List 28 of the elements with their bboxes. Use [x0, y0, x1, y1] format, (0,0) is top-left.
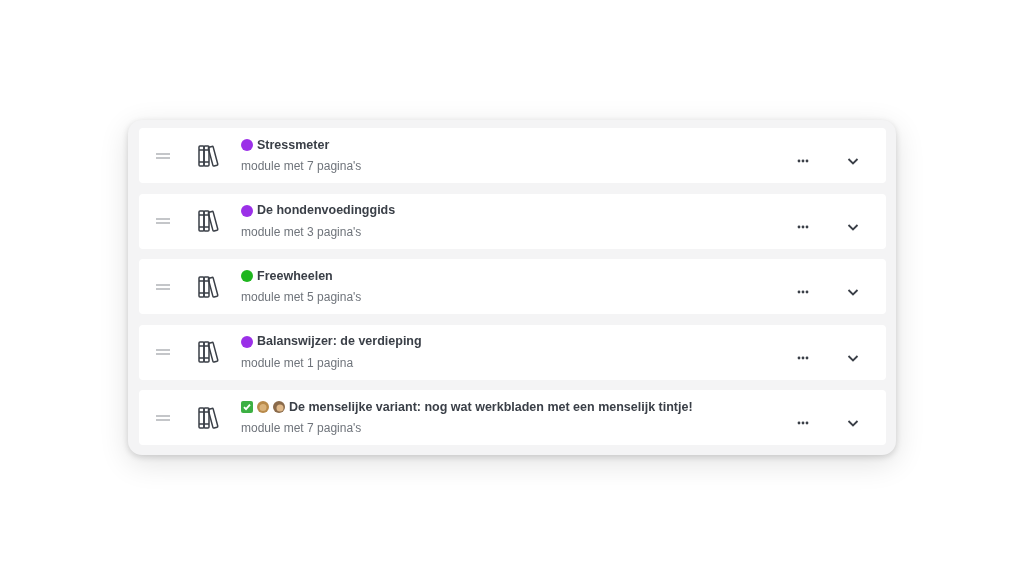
- books-icon: [198, 340, 220, 364]
- module-subtitle: module met 3 pagina's: [241, 223, 363, 241]
- module-title: Freewheelen: [257, 267, 333, 285]
- module-subtitle: module met 5 pagina's: [241, 289, 363, 307]
- module-title: Balanswijzer: de verdieping: [257, 333, 422, 351]
- module-title: Stressmeter: [257, 136, 330, 154]
- round-emoji-icon: [257, 401, 269, 413]
- drag-handle-icon[interactable]: [156, 218, 170, 224]
- books-icon: [198, 209, 220, 233]
- module-subtitle: module met 1 pagina: [241, 354, 355, 372]
- module-row[interactable]: De menselijke variant: nog wat werkbladen met een menselijk tintje! module met 7 pagina's: [139, 390, 886, 445]
- books-icon: [198, 274, 220, 299]
- module-row[interactable]: De hondenvoedinggids module met 3 pagina's: [139, 193, 886, 249]
- drag-handle-icon[interactable]: [156, 152, 170, 159]
- round-emoji-icon: [273, 401, 285, 413]
- check-box-icon: [241, 401, 253, 413]
- module-title: De hondenvoedinggids: [257, 202, 396, 220]
- books-icon: [198, 143, 220, 168]
- module-title: De menselijke variant: nog wat werkbladen met een menselijk tintje!: [289, 398, 693, 416]
- drag-handle-icon[interactable]: [156, 349, 170, 355]
- module-subtitle: module met 7 pagina's: [241, 420, 363, 438]
- module-subtitle: module met 7 pagina's: [241, 158, 363, 176]
- module-row[interactable]: Stressmeter module met 7 pagina's: [139, 128, 886, 183]
- books-icon: [198, 405, 220, 430]
- drag-handle-icon[interactable]: [156, 414, 170, 421]
- module-row[interactable]: Freewheelen module met 5 pagina's: [139, 259, 886, 314]
- drag-handle-icon[interactable]: [156, 283, 170, 290]
- module-row[interactable]: Balanswijzer: de verdieping module met 1 pagina: [139, 324, 886, 380]
